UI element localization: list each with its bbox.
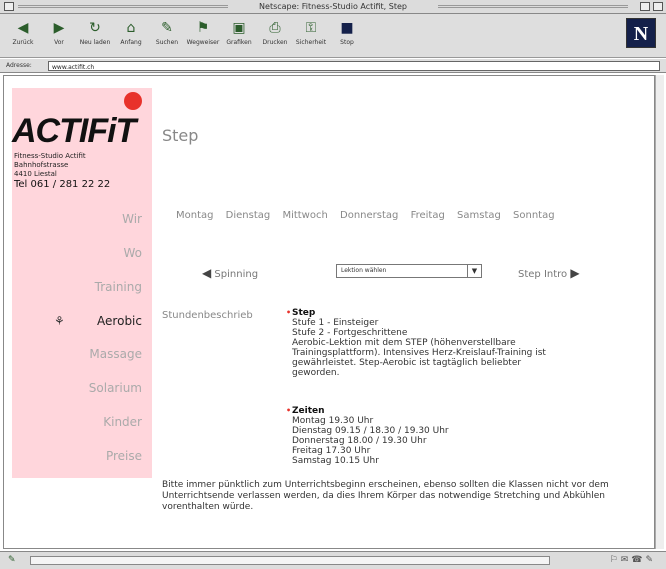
forward-icon: ▶ [53,20,65,36]
location-label: Adresse: [6,62,32,69]
times-heading: Zeiten [286,406,449,416]
location-url: www.actifit.ch [52,64,95,71]
day-link-freitag[interactable]: Freitag [411,210,445,221]
arrow-left-icon: ◀ [202,266,212,280]
vertical-scrollbar[interactable] [655,75,664,549]
next-lesson-link[interactable]: Step Intro ▶ [518,266,580,280]
step-line: Aerobic-Lektion mit dem STEP (höhenverst… [292,338,516,348]
footer-note: Bitte immer pünktlich zum Unterrichtsbeg… [162,480,609,512]
guide-icon: ⚑ [196,20,210,36]
images-icon: ▣ [232,20,246,36]
nav-item-aerobic[interactable]: Aerobic [97,314,142,328]
phone-number: Tel 061 / 281 22 22 [14,179,111,190]
lesson-select-value: Lektion wählen [341,267,387,274]
nav-item-solarium[interactable]: Solarium [89,381,142,395]
nav-item-kinder[interactable]: Kinder [103,415,142,429]
day-link-samstag[interactable]: Samstag [457,210,501,221]
print-icon: ⎙ [269,20,281,36]
address-line: 4410 Liestal [14,170,57,178]
component-bar-icons[interactable]: ⚐✉☎✎ [610,555,656,565]
actifit-logo[interactable]: ACTIFiT [12,112,136,151]
navigation-toolbar: ◀ Zurück ▶ Vor ↻ Neu laden ⌂ Anfang ✎ Su… [0,14,666,58]
step-line: Trainingsplattform). Intensives Herz-Kre… [292,348,546,358]
window-titlebar: Netscape: Fitness-Studio Actifit, Step [0,0,666,14]
day-link-montag[interactable]: Montag [176,210,213,221]
logo-dot [124,92,142,110]
titlebar-stripes-right [438,5,628,8]
nav-item-wo[interactable]: Wo [123,246,142,260]
time-line: Dienstag 09.15 / 18.30 / 19.30 Uhr [292,426,449,436]
address-block: Fitness-Studio Actifit Bahnhofstrasse 44… [14,152,110,191]
reload-icon: ↻ [89,20,101,36]
status-bar: ✎ ⚐✉☎✎ [0,551,666,569]
nav-item-preise[interactable]: Preise [106,449,142,463]
reload-button[interactable]: ↻ Neu laden [76,18,114,52]
forward-button[interactable]: ▶ Vor [40,18,78,52]
stop-button[interactable]: ■ Stop [328,18,366,52]
prev-lesson-link[interactable]: ◀ Spinning [202,266,258,280]
print-button[interactable]: ⎙ Drucken [256,18,294,52]
search-button[interactable]: ✎ Suchen [148,18,186,52]
step-heading: Step [286,308,546,318]
page-viewport: ACTIFiT Fitness-Studio Actifit Bahnhofst… [3,75,655,549]
page-title: Step [162,126,199,145]
guide-button[interactable]: ⚑ Wegweiser [184,18,222,52]
home-button[interactable]: ⌂ Anfang [112,18,150,52]
day-link-dienstag[interactable]: Dienstag [226,210,271,221]
address-line: Fitness-Studio Actifit [14,152,86,160]
images-button[interactable]: ▣ Grafiken [220,18,258,52]
lesson-select[interactable]: Lektion wählen ▼ [336,264,482,278]
day-link-donnerstag[interactable]: Donnerstag [340,210,398,221]
location-bar: Adresse: www.actifit.ch [0,59,666,73]
status-security-icon: ✎ [8,555,16,565]
nav-item-wir[interactable]: Wir [122,212,142,226]
step-line: Stufe 1 - Einsteiger [292,318,379,328]
sidebar: ACTIFiT Fitness-Studio Actifit Bahnhofst… [12,88,152,478]
progress-bar [30,556,550,565]
day-link-mittwoch[interactable]: Mittwoch [282,210,327,221]
back-icon: ◀ [17,20,29,36]
description-label: Stundenbeschrieb [162,310,253,321]
nav-item-massage[interactable]: Massage [89,347,142,361]
zoom-box-button[interactable] [640,2,650,11]
time-line: Samstag 10.15 Uhr [292,456,379,466]
step-line: geworden. [292,368,340,378]
step-description: Step Stufe 1 - Einsteiger Stufe 2 - Fort… [286,308,546,378]
schedule-times: Zeiten Montag 19.30 Uhr Dienstag 09.15 /… [286,406,449,466]
time-line: Donnerstag 18.00 / 19.30 Uhr [292,436,427,446]
arrow-right-icon: ▶ [570,266,580,280]
back-button[interactable]: ◀ Zurück [4,18,42,52]
search-icon: ✎ [161,20,173,36]
collapse-box-button[interactable] [653,2,663,11]
step-line: gewährleistet. Step-Aerobic ist tagtägli… [292,358,522,368]
security-button[interactable]: ⚿ Sicherheit [292,18,330,52]
stop-icon: ■ [340,20,354,36]
netscape-logo[interactable]: N [626,18,656,48]
day-link-sonntag[interactable]: Sonntag [513,210,555,221]
aerobic-figure-icon: ⚘ [54,314,65,328]
time-line: Freitag 17.30 Uhr [292,446,371,456]
time-line: Montag 19.30 Uhr [292,416,374,426]
step-line: Stufe 2 - Fortgeschrittene [292,328,408,338]
weekday-links: Montag Dienstag Mittwoch Donnerstag Frei… [176,210,564,221]
location-field[interactable]: www.actifit.ch [48,61,660,71]
home-icon: ⌂ [126,20,136,36]
chevron-down-icon: ▼ [467,265,481,277]
address-line: Bahnhofstrasse [14,161,69,169]
nav-item-training[interactable]: Training [95,280,142,294]
security-icon: ⚿ [305,20,317,36]
